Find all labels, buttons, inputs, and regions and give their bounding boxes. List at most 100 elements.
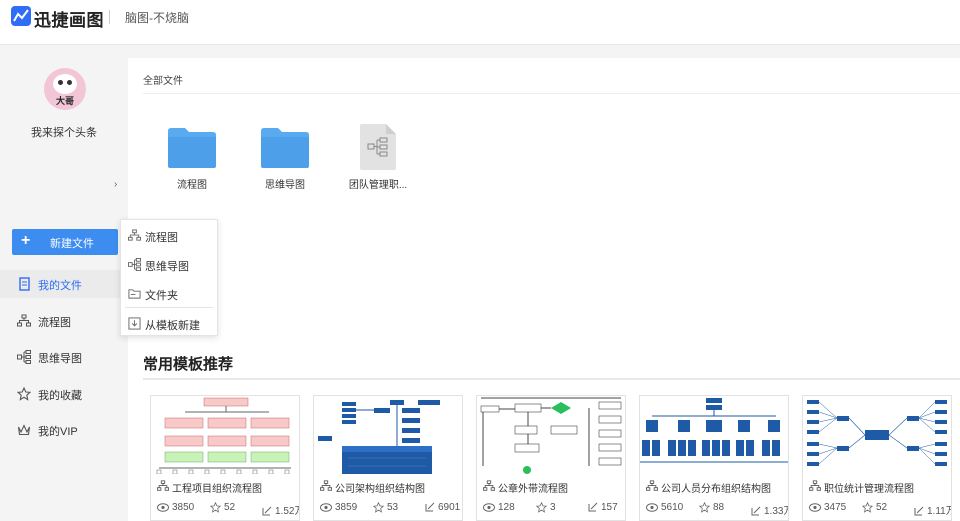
template-name: 公司架构组织结构图 bbox=[335, 484, 425, 495]
menu-item-label: 从模板新建 bbox=[145, 320, 200, 332]
uses-stat: 1.52万 bbox=[262, 502, 299, 517]
flowchart-icon bbox=[157, 480, 169, 491]
uses-stat: 157 bbox=[588, 502, 618, 513]
template-name: 工程项目组织流程图 bbox=[172, 484, 262, 495]
star-icon bbox=[17, 387, 31, 401]
sidebar-item-mindmap[interactable]: 思维导图 bbox=[0, 343, 128, 371]
mindmap-file-item[interactable]: 团队管理职... bbox=[333, 124, 423, 194]
stars-stat: 53 bbox=[373, 502, 398, 513]
avatar-eye-right bbox=[67, 80, 72, 85]
edit-icon bbox=[425, 503, 435, 512]
uses-count: 1.52万 bbox=[275, 506, 299, 517]
document-icon bbox=[19, 277, 30, 291]
star-icon bbox=[536, 502, 547, 513]
app-name[interactable]: 迅捷画图 bbox=[34, 6, 104, 31]
views-count: 3475 bbox=[824, 502, 847, 513]
template-stats: 128 3 157 bbox=[483, 502, 625, 516]
sidebar-item-label: 思维导图 bbox=[38, 353, 82, 365]
template-card[interactable]: 公章外带流程图 128 3 157 bbox=[476, 395, 626, 521]
views-stat: 3475 bbox=[809, 502, 846, 513]
views-count: 3859 bbox=[335, 502, 358, 513]
edit-icon bbox=[588, 503, 598, 512]
template-name-row: 公司架构组织结构图 bbox=[320, 480, 460, 495]
divider bbox=[143, 93, 960, 94]
views-count: 128 bbox=[498, 502, 515, 513]
sidebar-item-label: 我的VIP bbox=[38, 426, 78, 438]
stars-stat: 52 bbox=[862, 502, 887, 513]
star-icon bbox=[699, 502, 710, 513]
new-file-button[interactable]: + 新建文件 bbox=[12, 229, 118, 255]
uses-stat: 1.33万 bbox=[751, 502, 788, 517]
uses-stat: 1.11万 bbox=[914, 502, 951, 517]
template-card[interactable]: 职位统计管理流程图 3475 52 1.11万 bbox=[802, 395, 952, 521]
template-stats: 3475 52 1.11万 bbox=[809, 502, 951, 517]
template-name-row: 职位统计管理流程图 bbox=[809, 480, 949, 495]
flowchart-icon bbox=[646, 480, 658, 491]
menu-item-mindmap[interactable]: 思维导图 bbox=[121, 250, 217, 278]
template-stats: 5610 88 1.33万 bbox=[646, 502, 788, 517]
views-stat: 128 bbox=[483, 502, 515, 513]
sidebar-item-favorites[interactable]: 我的收藏 bbox=[0, 380, 128, 408]
sidebar-item-my-files[interactable]: 我的文件 bbox=[0, 270, 128, 298]
templates-title: 常用模板推荐 bbox=[143, 356, 234, 373]
flowchart-icon bbox=[128, 229, 141, 241]
avatar[interactable]: 大哥 bbox=[44, 68, 86, 110]
folder-icon bbox=[128, 289, 141, 299]
edit-icon bbox=[914, 507, 924, 516]
folder-item[interactable]: 流程图 bbox=[147, 124, 237, 194]
breadcrumb[interactable]: 全部文件 bbox=[143, 72, 183, 87]
stars-count: 52 bbox=[876, 502, 888, 514]
menu-item-label: 流程图 bbox=[145, 232, 178, 244]
stars-count: 3 bbox=[550, 502, 556, 514]
template-card[interactable]: 公司架构组织结构图 3859 53 6901 bbox=[313, 395, 463, 521]
template-thumbnail bbox=[151, 396, 299, 474]
menu-item-folder[interactable]: 文件夹 bbox=[121, 279, 217, 307]
views-stat: 3859 bbox=[320, 502, 357, 513]
uses-count: 157 bbox=[601, 502, 618, 513]
chevron-right-icon[interactable]: › bbox=[114, 179, 117, 190]
menu-item-label: 思维导图 bbox=[145, 261, 189, 273]
views-count: 3850 bbox=[172, 502, 195, 513]
star-icon bbox=[862, 502, 873, 513]
sidebar-item-label: 流程图 bbox=[38, 317, 71, 329]
template-thumbnail bbox=[640, 396, 788, 474]
menu-divider bbox=[125, 307, 213, 308]
stars-stat: 3 bbox=[536, 502, 556, 513]
mindmap-icon bbox=[17, 350, 31, 364]
logo-icon[interactable] bbox=[11, 6, 31, 26]
template-card[interactable]: 工程项目组织流程图 3850 52 1.52万 bbox=[150, 395, 300, 521]
file-label: 思维导图 bbox=[265, 180, 305, 191]
template-thumbnail bbox=[803, 396, 951, 474]
folder-item[interactable]: 思维导图 bbox=[240, 124, 330, 194]
star-icon bbox=[210, 502, 221, 513]
main-content: 全部文件 流程图 思维导图 团队管理职... 常用模板推荐 工程项目组织流程图 … bbox=[128, 58, 960, 521]
uses-count: 1.11万 bbox=[927, 506, 951, 517]
sidebar: 大哥 我来探个头条 › + 新建文件 我的文件 流程图 思维导图 我的收藏 我的… bbox=[0, 46, 128, 521]
uses-count: 6901 bbox=[438, 502, 461, 513]
menu-item-from-template[interactable]: 从模板新建 bbox=[121, 309, 217, 337]
template-stats: 3850 52 1.52万 bbox=[157, 502, 299, 517]
top-bar: 迅捷画图 脑图-不烧脑 bbox=[0, 0, 960, 45]
template-name: 公司人员分布组织结构图 bbox=[661, 484, 771, 495]
new-file-label: 新建文件 bbox=[50, 238, 94, 250]
menu-item-flowchart[interactable]: 流程图 bbox=[121, 221, 217, 249]
sidebar-item-vip[interactable]: 我的VIP bbox=[0, 416, 128, 444]
mindmap-icon bbox=[128, 258, 141, 271]
stars-count: 52 bbox=[224, 502, 236, 514]
star-icon bbox=[373, 502, 384, 513]
sidebar-item-flowchart[interactable]: 流程图 bbox=[0, 307, 128, 335]
template-icon bbox=[128, 317, 141, 330]
menu-item-label: 文件夹 bbox=[145, 290, 178, 302]
avatar-face bbox=[53, 74, 77, 94]
stars-count: 88 bbox=[713, 502, 725, 514]
views-stat: 5610 bbox=[646, 502, 683, 513]
folder-icon bbox=[168, 128, 216, 168]
document-title: 脑图-不烧脑 bbox=[125, 11, 189, 25]
template-name: 公章外带流程图 bbox=[498, 484, 568, 495]
stars-stat: 88 bbox=[699, 502, 724, 513]
template-stats: 3859 53 6901 bbox=[320, 502, 462, 516]
file-label: 团队管理职... bbox=[348, 180, 408, 191]
template-card[interactable]: 公司人员分布组织结构图 5610 88 1.33万 bbox=[639, 395, 789, 521]
template-name-row: 公章外带流程图 bbox=[483, 480, 623, 495]
divider bbox=[143, 378, 960, 380]
